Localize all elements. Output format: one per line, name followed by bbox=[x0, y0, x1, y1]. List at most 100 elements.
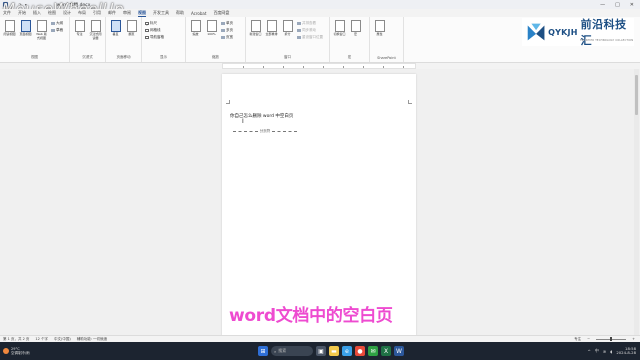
draft-button[interactable]: 草稿 bbox=[51, 28, 63, 33]
zoom-100-label: 100% bbox=[207, 32, 216, 36]
language-status[interactable]: 中文(中国) bbox=[54, 337, 71, 342]
split-icon bbox=[282, 20, 293, 32]
navigation-pane-checkbox[interactable]: 导航窗格 bbox=[145, 35, 164, 40]
scrollbar-thumb[interactable] bbox=[635, 75, 638, 115]
outline-button[interactable]: 大纲 bbox=[51, 21, 63, 26]
vertical-scrollbar[interactable] bbox=[634, 69, 639, 335]
ruler-tick bbox=[263, 66, 264, 68]
zoom-in-icon[interactable]: + bbox=[632, 337, 635, 341]
zoom-slider[interactable] bbox=[596, 337, 627, 342]
task-view-icon[interactable]: ▣ bbox=[316, 346, 326, 356]
page-break-marker[interactable]: 分页符 bbox=[233, 128, 297, 134]
group-window: 新建窗口 全部重排 拆分 并排查看 同步滚动 重设窗口位置 窗口 bbox=[246, 17, 330, 62]
group-page-movement: 垂直 翻页 页面移动 bbox=[106, 17, 142, 62]
page-width-button[interactable]: 页宽 bbox=[221, 35, 233, 40]
one-page-label: 单页 bbox=[226, 21, 233, 25]
tab-layout[interactable]: 布局 bbox=[78, 10, 86, 16]
excel-icon[interactable]: X bbox=[381, 346, 391, 356]
macros-icon bbox=[350, 20, 361, 32]
draft-icon bbox=[51, 28, 55, 33]
system-tray: ^ 中 ≋ ◖ 18:58 2024-8-28 bbox=[588, 346, 640, 356]
group-views: 阅读视图 页面视图 Web 版式视图 大纲 草稿 视图 bbox=[0, 17, 70, 62]
maximize-icon[interactable]: □ bbox=[615, 2, 620, 8]
tab-acrobat[interactable]: Acrobat bbox=[191, 11, 206, 16]
tab-baidu-netdisk[interactable]: 百度网盘 bbox=[213, 10, 229, 16]
tab-insert[interactable]: 插入 bbox=[33, 10, 41, 16]
focus-mode-button[interactable]: 专注 bbox=[574, 337, 581, 342]
one-page-button[interactable]: 单页 bbox=[221, 21, 233, 26]
group-label-window: 窗口 bbox=[284, 55, 291, 59]
reset-window-icon bbox=[297, 35, 301, 40]
macros-label: 宏 bbox=[353, 32, 357, 36]
input-language[interactable]: 中 bbox=[595, 348, 599, 354]
zoom-out-icon[interactable]: − bbox=[587, 337, 590, 341]
tab-developer[interactable]: 开发工具 bbox=[153, 10, 169, 16]
focus-label: 专注 bbox=[76, 32, 83, 36]
file-explorer-icon[interactable]: ▬ bbox=[329, 346, 339, 356]
navigation-pane-label: 导航窗格 bbox=[150, 35, 164, 39]
word-icon[interactable]: W bbox=[394, 346, 404, 356]
wifi-icon[interactable]: ≋ bbox=[603, 349, 606, 354]
group-label-zoom: 缩放 bbox=[212, 55, 219, 59]
wechat-icon[interactable]: ✉ bbox=[368, 346, 378, 356]
status-right: 专注 − + bbox=[574, 337, 640, 342]
zoom-slider-handle[interactable] bbox=[610, 337, 612, 342]
horizontal-ruler[interactable] bbox=[222, 63, 416, 69]
gridlines-checkbox[interactable]: 网格线 bbox=[145, 28, 164, 33]
print-layout-label: 页面视图 bbox=[19, 32, 32, 36]
group-label-immersive: 沉浸式 bbox=[82, 55, 93, 59]
tray-overflow-icon[interactable]: ^ bbox=[588, 349, 591, 354]
tab-review[interactable]: 审阅 bbox=[123, 10, 131, 16]
focus-icon bbox=[74, 20, 85, 32]
word-count[interactable]: 12 个字 bbox=[35, 337, 48, 342]
reset-window-button[interactable]: 重设窗口位置 bbox=[297, 35, 323, 40]
tab-design[interactable]: 设计 bbox=[63, 10, 71, 16]
weather-widget[interactable]: 29°C 空调制冷/雨 bbox=[3, 347, 30, 355]
magnifier-icon bbox=[190, 20, 201, 32]
status-bar: 第 1 页，共 2 页 12 个字 中文(中国) 辅助功能: 一切就绪 专注 −… bbox=[0, 335, 640, 342]
arrange-all-label: 全部重排 bbox=[265, 32, 278, 36]
one-page-icon bbox=[221, 21, 225, 26]
start-icon[interactable]: ⊞ bbox=[258, 346, 268, 356]
window-controls: — □ ✕ bbox=[600, 2, 640, 8]
page-width-label: 页宽 bbox=[226, 35, 233, 39]
volume-icon[interactable]: ◖ bbox=[610, 349, 612, 354]
document-text-line[interactable]: 你自己怎么删除 word 中空白页 bbox=[230, 113, 293, 119]
minimize-icon[interactable]: — bbox=[600, 2, 605, 8]
side-by-side-button[interactable]: 并排查看 bbox=[297, 21, 323, 26]
chrome-icon[interactable]: ● bbox=[355, 346, 365, 356]
group-label-views: 视图 bbox=[31, 55, 38, 59]
ruler-tick bbox=[383, 66, 384, 68]
switch-windows-icon bbox=[334, 20, 345, 32]
tab-references[interactable]: 引用 bbox=[93, 10, 101, 16]
clock[interactable]: 18:58 2024-8-28 bbox=[616, 346, 636, 356]
close-icon[interactable]: ✕ bbox=[630, 2, 634, 8]
print-layout-icon bbox=[20, 20, 31, 32]
group-label-macros: 宏 bbox=[347, 55, 352, 59]
arrange-all-icon bbox=[266, 20, 277, 32]
tab-home[interactable]: 开始 bbox=[18, 10, 26, 16]
tab-file[interactable]: 文件 bbox=[3, 10, 11, 16]
ruler-tick bbox=[403, 66, 404, 68]
taskbar-search[interactable]: ⌕ 搜索 bbox=[271, 346, 313, 356]
outline-icon bbox=[51, 21, 55, 26]
split-label: 拆分 bbox=[284, 32, 291, 36]
edge-icon[interactable]: e bbox=[342, 346, 352, 356]
tab-draw[interactable]: 绘图 bbox=[48, 10, 56, 16]
multiple-pages-button[interactable]: 多页 bbox=[221, 28, 233, 33]
margin-mark bbox=[408, 100, 412, 104]
tab-help[interactable]: 帮助 bbox=[176, 10, 184, 16]
logo-subtitle: FRONTIER TECHNOLOGY COLLECTION bbox=[580, 39, 634, 42]
tab-mailings[interactable]: 邮件 bbox=[108, 10, 116, 16]
navigation-pane-check-icon bbox=[145, 35, 149, 40]
tab-view[interactable]: 视图 bbox=[138, 10, 146, 17]
zoom-100-icon bbox=[206, 20, 217, 32]
group-sharepoint: 属性 SharePoint bbox=[370, 17, 404, 62]
page-count[interactable]: 第 1 页，共 2 页 bbox=[3, 337, 29, 342]
text-cursor-icon: I bbox=[242, 118, 244, 125]
accessibility-status[interactable]: 辅助功能: 一切就绪 bbox=[77, 337, 107, 342]
logo-chinese-name: 前沿科技汇 bbox=[580, 18, 627, 47]
gridlines-label: 网格线 bbox=[150, 28, 161, 32]
ruler-checkbox[interactable]: ✓ 标尺 bbox=[145, 21, 164, 27]
sync-scroll-button[interactable]: 同步滚动 bbox=[297, 28, 323, 33]
